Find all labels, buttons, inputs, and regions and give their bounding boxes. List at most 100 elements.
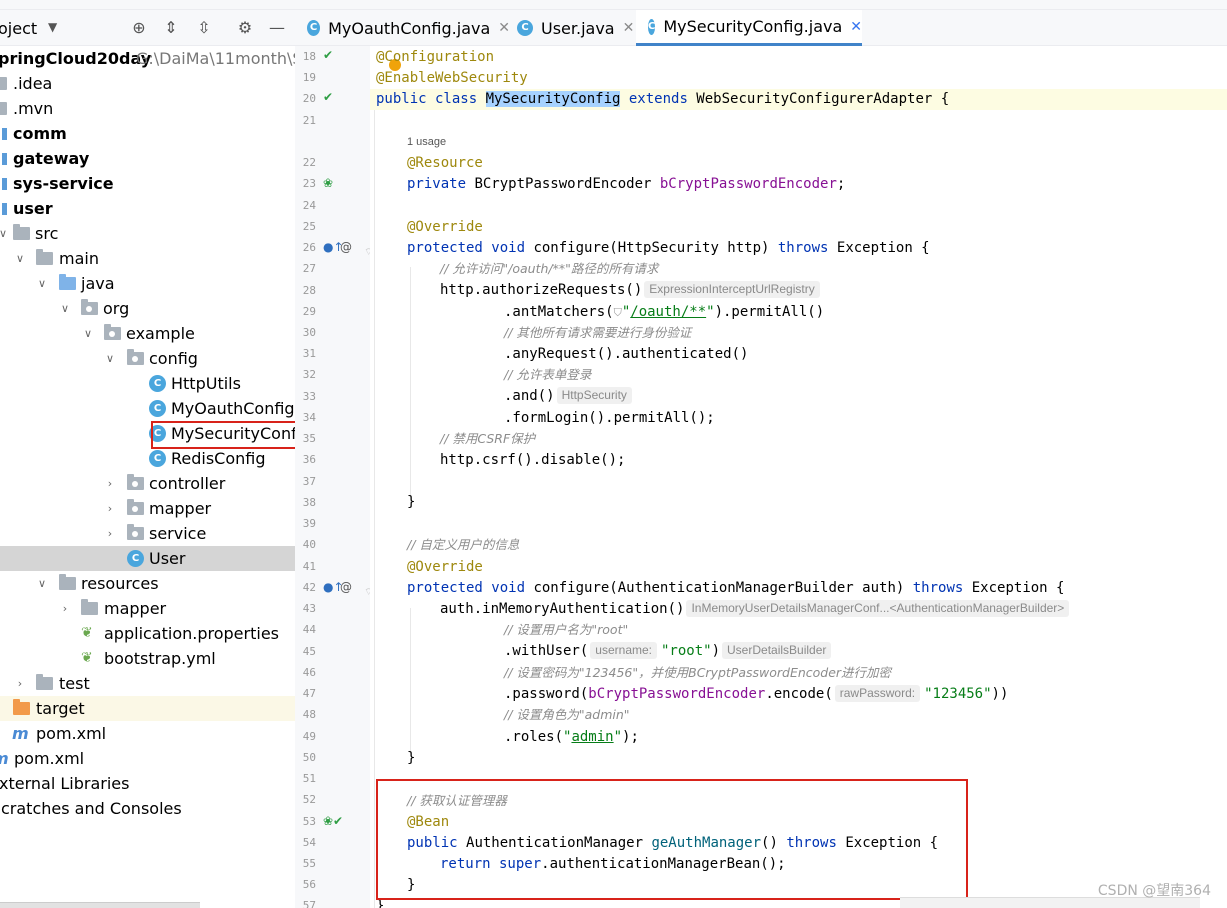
chevron-down-icon[interactable]: ∨ [81,321,95,346]
project-view-title[interactable]: oject [0,19,37,38]
tree-item-comm[interactable]: comm [0,121,295,146]
code-line-40: // 自定义用户的信息 [407,537,520,552]
tree-item-user[interactable]: user [0,196,295,221]
chevron-right-icon[interactable]: › [13,671,27,696]
class-icon: C [648,18,656,35]
tree-item-bootstrap-yml[interactable]: ❦ bootstrap.yml [0,646,295,671]
tree-item-service[interactable]: › service [0,521,295,546]
class-icon: C [149,375,166,392]
bean-icon[interactable]: ❀✔ [323,814,343,828]
bean-icon[interactable]: ✔ [323,90,333,104]
tree-item-gateway[interactable]: gateway [0,146,295,171]
autowired-icon[interactable]: ❀ [323,176,333,190]
tree-item-label: .idea [13,74,53,93]
chevron-down-icon[interactable]: ∨ [35,571,49,596]
tree-item-pom-root[interactable]: m pom.xml [0,746,295,771]
tree-item-java[interactable]: ∨ java [0,271,295,296]
tree-item-label: service [149,524,207,543]
code-line-47: .password(bCryptPasswordEncoder.encode(r… [504,685,1009,702]
tree-item-label: bootstrap.yml [104,649,216,668]
tree-item-target[interactable]: target [0,696,295,721]
chevron-down-icon[interactable]: ∨ [13,246,27,271]
tree-root[interactable]: pringCloud20day G:\DaiMa\11month\Sp [0,46,295,71]
line-number: 46 [302,666,316,679]
tree-item-label: mapper [149,499,212,518]
chevron-right-icon[interactable]: › [103,496,117,521]
line-number: 35 [302,432,316,445]
tree-item-external-libraries[interactable]: xternal Libraries [0,771,295,796]
chevron-down-icon[interactable]: ∨ [103,346,117,371]
code-line-30: // 其他所有请求需要进行身份验证 [504,325,692,340]
usage-hint[interactable]: 1 usage [407,136,446,148]
tree-item-application-properties[interactable]: ❦ application.properties [0,621,295,646]
horizontal-scrollbar[interactable] [0,902,200,908]
code-line-38: } [407,494,416,510]
line-number: 23 [302,177,316,190]
tree-item-redisconfig[interactable]: C RedisConfig [0,446,295,471]
type-hint: HttpSecurity [556,387,632,404]
chevron-down-icon[interactable]: ∨ [58,296,72,321]
code-line-19: @EnableWebSecurity [376,70,528,86]
folder-icon [0,77,7,90]
indent-guide [410,267,411,503]
tree-item-idea[interactable]: .idea [0,71,295,96]
tree-item-pom-user[interactable]: m pom.xml [0,721,295,746]
chevron-right-icon[interactable]: › [58,596,72,621]
tree-item-myoauthconfig[interactable]: C MyOauthConfig [0,396,295,421]
chevron-down-icon[interactable]: ∨ [35,271,49,296]
at-icon[interactable]: @ [340,580,352,594]
code-line-31: .anyRequest().authenticated() [504,346,749,362]
minimize-icon[interactable]: — [268,19,286,37]
package-icon [81,299,98,315]
line-number: 32 [302,368,316,381]
tree-item-example[interactable]: ∨ example [0,321,295,346]
tab-label: MySecurityConfig.java [663,17,843,36]
tree-item-controller[interactable]: › controller [0,471,295,496]
tab-user[interactable]: C User.java ✕ [505,10,637,46]
param-hint: rawPassword: [834,685,921,702]
line-number: 31 [302,347,316,360]
tree-item-user-class[interactable]: C User [0,546,295,571]
chevron-down-icon[interactable]: ▼ [48,20,57,34]
code-line-42: protected void configure(AuthenticationM… [407,580,1065,596]
source-folder-icon [59,274,76,290]
tree-item-mapper[interactable]: › mapper [0,496,295,521]
target-icon[interactable]: ⊕ [130,19,148,37]
close-icon[interactable]: ✕ [850,19,862,35]
tab-myoauthconfig[interactable]: C MyOauthConfig.java ✕ [295,10,510,46]
code-line-29: .antMatchers(⛉"/oauth/**").permitAll() [504,304,825,320]
shield-icon: ⛉ [613,306,622,319]
bean-icon[interactable]: ✔ [323,48,333,62]
at-icon[interactable]: @ [340,240,352,254]
watermark: CSDN @望南364 [1097,883,1211,899]
editor-gutter: 18 19 20 21 22 23 24 25 26 27 28 29 30 31 32 33 34 35 36 37… [295,46,373,908]
collapse-all-icon[interactable]: ⇳ [195,19,213,37]
tree-item-label: java [81,274,115,293]
line-number: 28 [302,284,316,297]
tree-item-scratches[interactable]: cratches and Consoles [0,796,295,821]
folder-icon [13,224,30,240]
tree-item-label: target [36,699,85,718]
tree-item-httputils[interactable]: C HttpUtils [0,371,295,396]
chevron-right-icon[interactable]: › [103,521,117,546]
folder-icon [81,599,98,615]
tree-item-src[interactable]: ∨ src [0,221,295,246]
tree-item-label: application.properties [104,624,279,643]
tree-item-mvn[interactable]: .mvn [0,96,295,121]
tree-item-label: src [35,224,59,243]
tree-item-resources-mapper[interactable]: › mapper [0,596,295,621]
module-icon [2,153,7,165]
tree-item-sys-service[interactable]: sys-service [0,171,295,196]
chevron-right-icon[interactable]: › [103,471,117,496]
tree-item-config[interactable]: ∨ config [0,346,295,371]
chevron-down-icon[interactable]: ∨ [0,221,10,246]
tab-mysecurityconfig[interactable]: C MySecurityConfig.java ✕ [636,10,862,46]
tree-item-org[interactable]: ∨ org [0,296,295,321]
tree-item-test[interactable]: › test [0,671,295,696]
expand-all-icon[interactable]: ⇕ [162,19,180,37]
indent-guide [374,110,375,908]
tree-item-main[interactable]: ∨ main [0,246,295,271]
close-icon[interactable]: ✕ [623,20,635,36]
gear-icon[interactable]: ⚙ [236,19,254,37]
tree-item-resources[interactable]: ∨ resources [0,571,295,596]
